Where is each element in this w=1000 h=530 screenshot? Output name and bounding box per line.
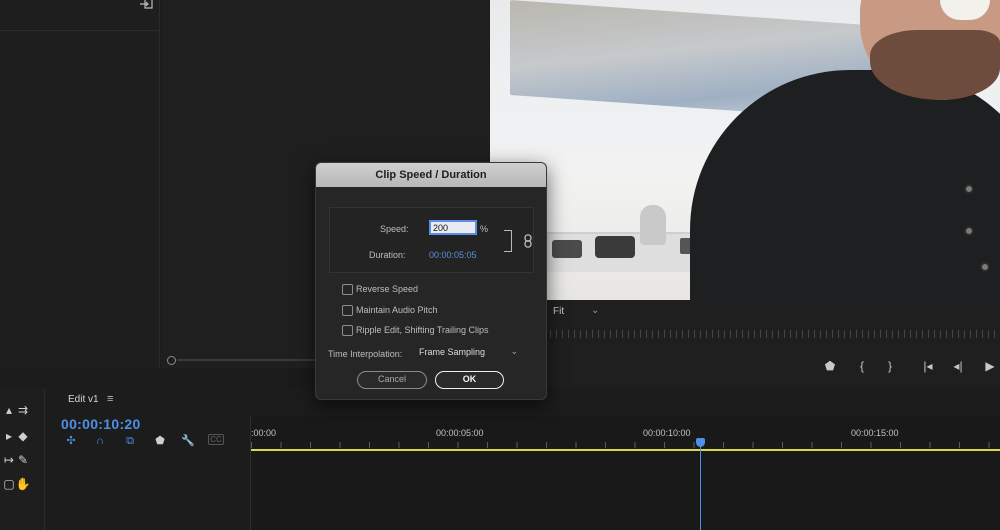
time-interpolation-select[interactable]: Frame Sampling ⌄ — [419, 346, 518, 361]
sequence-tab[interactable]: Edit v1 — [68, 394, 99, 405]
cancel-button[interactable]: Cancel — [357, 371, 427, 389]
work-area-bar[interactable] — [251, 449, 1000, 451]
panel-divider — [0, 30, 159, 31]
project-panel — [0, 0, 160, 368]
ripple-edit-checkbox[interactable] — [342, 325, 353, 336]
maintain-audio-pitch-checkbox[interactable] — [342, 305, 353, 316]
video-object — [640, 205, 666, 245]
maintain-audio-pitch-label: Maintain Audio Pitch — [356, 305, 438, 315]
time-interpolation-value: Frame Sampling — [419, 347, 486, 357]
program-monitor-controls: Fit ⌄ ⬟ { } |◂ ◂| ▶ — [490, 300, 1000, 388]
shirt-button — [964, 184, 974, 194]
duration-value[interactable]: 00:00:05:05 — [429, 250, 477, 260]
program-monitor-video — [490, 0, 1000, 300]
razor-icon[interactable]: ◆ — [14, 428, 32, 444]
reverse-speed-checkbox[interactable] — [342, 284, 353, 295]
monitor-ruler[interactable] — [490, 330, 1000, 338]
linked-selection-icon[interactable]: ⧉ — [122, 434, 138, 448]
marker-icon[interactable]: ⬟ — [822, 359, 838, 373]
ripple-edit-label: Ripple Edit, Shifting Trailing Clips — [356, 325, 489, 335]
timeline-tracks[interactable]: :00:00 00:00:05:00 00:00:10:00 00:00:15:… — [250, 416, 1000, 530]
speed-duration-group: Speed: % Duration: 00:00:05:05 — [329, 207, 534, 273]
playhead-handle[interactable] — [696, 438, 705, 447]
chevron-down-icon: ⌄ — [510, 346, 518, 356]
hand-icon[interactable]: ✋ — [14, 476, 32, 492]
track-select-icon[interactable]: ⇉ — [14, 402, 32, 418]
zoom-select[interactable]: Fit ⌄ — [553, 305, 599, 317]
go-to-in-icon[interactable]: |◂ — [920, 359, 936, 373]
video-object — [595, 236, 635, 258]
wrench-icon[interactable]: 🔧 — [180, 434, 196, 448]
ruler-label: :00:00 — [251, 428, 277, 438]
sequence-menu-icon[interactable]: ≡ — [107, 393, 113, 405]
export-icon[interactable] — [139, 0, 153, 9]
speed-unit: % — [480, 224, 489, 234]
tools-panel: ▴ ⇉ ▸ ◆ ↦ ✎ ▢ ✋ — [0, 388, 45, 530]
speed-label: Speed: — [380, 224, 409, 234]
mark-in-icon[interactable]: { — [854, 359, 870, 373]
pen-icon[interactable]: ✎ — [14, 452, 32, 468]
mark-out-icon[interactable]: } — [882, 359, 898, 373]
ruler-label: 00:00:15:00 — [851, 428, 899, 438]
time-interpolation-label: Time Interpolation: — [328, 349, 403, 359]
playhead-line[interactable] — [700, 444, 701, 530]
add-marker-icon[interactable]: ⬟ — [152, 434, 168, 448]
dialog-title: Clip Speed / Duration — [316, 163, 546, 187]
zoom-value: Fit — [553, 306, 565, 317]
ruler-label: 00:00:10:00 — [643, 428, 691, 438]
timeline-ruler[interactable] — [251, 442, 1000, 448]
clip-speed-dialog: Clip Speed / Duration Speed: % Duration:… — [315, 162, 547, 400]
video-object — [552, 240, 582, 258]
timeline-panel: Edit v1 ≡ 00:00:10:20 ✣ ∩ ⧉ ⬟ 🔧 CC :00:0… — [45, 388, 1000, 530]
play-icon[interactable]: ▶ — [982, 359, 998, 373]
ok-button[interactable]: OK — [435, 371, 504, 389]
shirt-button — [964, 226, 974, 236]
ruler-label: 00:00:05:00 — [436, 428, 484, 438]
snap-icon[interactable]: ∩ — [92, 434, 108, 448]
chain-link-icon[interactable] — [524, 234, 532, 248]
duration-label: Duration: — [369, 250, 406, 260]
shirt-button — [980, 262, 990, 272]
playhead-timecode[interactable]: 00:00:10:20 — [61, 416, 141, 432]
nest-icon[interactable]: ✣ — [63, 434, 79, 448]
chevron-down-icon: ⌄ — [591, 305, 600, 316]
link-bracket — [504, 230, 512, 252]
step-back-icon[interactable]: ◂| — [950, 359, 966, 373]
scrollbar-handle[interactable] — [167, 356, 176, 365]
speed-input[interactable] — [429, 220, 477, 235]
captions-icon[interactable]: CC — [208, 434, 224, 445]
reverse-speed-label: Reverse Speed — [356, 284, 419, 294]
